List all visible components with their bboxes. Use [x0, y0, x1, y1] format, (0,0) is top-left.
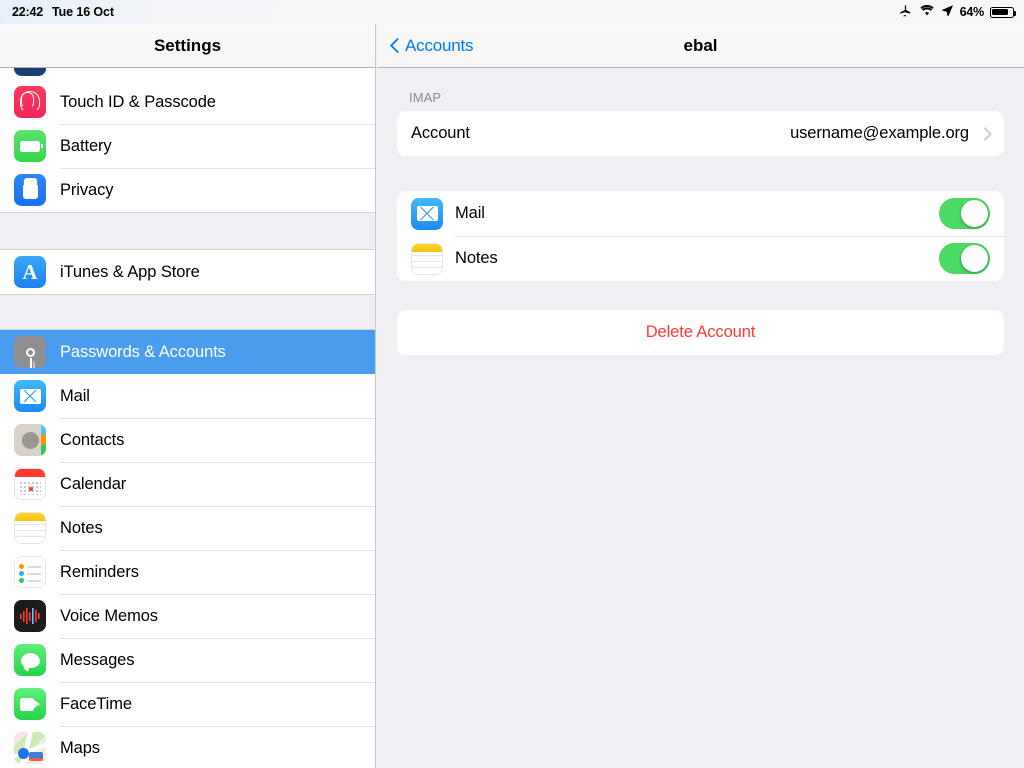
sidebar-item-privacy[interactable]: Privacy: [0, 168, 375, 212]
touchid-icon: [14, 86, 46, 118]
services-card: Mail Notes: [397, 191, 1004, 281]
messages-icon: [14, 644, 46, 676]
sidebar-item-itunes-app-store[interactable]: A iTunes & App Store: [0, 250, 375, 294]
general-icon: [14, 68, 46, 76]
sidebar-item-passwords-accounts[interactable]: Passwords & Accounts: [0, 330, 375, 374]
sidebar-item-notes[interactable]: Notes: [0, 506, 375, 550]
account-card: Account username@example.org: [397, 111, 1004, 156]
sidebar-item-contacts[interactable]: Contacts: [0, 418, 375, 462]
sidebar-item-label: iTunes & App Store: [60, 262, 200, 281]
page-title: ebal: [683, 35, 718, 55]
account-row[interactable]: Account username@example.org: [397, 111, 1004, 156]
notes-icon: [14, 512, 46, 544]
ipad-settings-screen: 22:42 Tue 16 Oct 64% Settings Touch ID &…: [0, 0, 1024, 768]
calendar-icon: [14, 468, 46, 500]
card-spacer: [397, 156, 1004, 191]
detail-content: IMAP Account username@example.org Mail N…: [377, 68, 1024, 355]
service-row-label: Mail: [455, 204, 485, 222]
card-spacer: [397, 281, 1004, 310]
sidebar-title: Settings: [0, 24, 375, 68]
notes-icon: [411, 242, 443, 275]
account-row-value: username@example.org: [790, 124, 969, 142]
sidebar-item-touch-id-passcode[interactable]: Touch ID & Passcode: [0, 80, 375, 124]
sidebar-item-label: Battery: [60, 136, 112, 155]
sidebar-item-label: Touch ID & Passcode: [60, 92, 216, 111]
sidebar-item-label: Reminders: [60, 562, 139, 581]
facetime-icon: [14, 688, 46, 720]
maps-icon: [14, 732, 46, 764]
battery-icon: [14, 130, 46, 162]
sidebar-item-label: Messages: [60, 650, 135, 669]
status-bar-time: 22:42: [12, 5, 43, 19]
sidebar-item-facetime[interactable]: FaceTime: [0, 682, 375, 726]
sidebar-item-label: Voice Memos: [60, 606, 158, 625]
delete-account-button[interactable]: Delete Account: [397, 310, 1004, 355]
detail-navigation-bar: Accounts ebal: [377, 24, 1024, 68]
sidebar-item-label: Calendar: [60, 474, 127, 493]
status-bar-right: 64%: [898, 3, 1017, 21]
notes-toggle[interactable]: [939, 243, 990, 274]
contacts-icon: [14, 424, 46, 456]
mail-icon: [14, 380, 46, 412]
chevron-right-icon: [980, 126, 990, 142]
service-row-mail[interactable]: Mail: [397, 191, 1004, 236]
account-detail-pane: Accounts ebal IMAP Account username@exam…: [377, 24, 1024, 768]
sidebar-group-separator: [0, 212, 375, 250]
sidebar-item-messages[interactable]: Messages: [0, 638, 375, 682]
sidebar-item-reminders[interactable]: Reminders: [0, 550, 375, 594]
privacy-hand-icon: [14, 174, 46, 206]
key-icon: [14, 336, 46, 368]
sidebar-item-mail[interactable]: Mail: [0, 374, 375, 418]
imap-section-header: IMAP: [409, 90, 442, 105]
sidebar-item-label: FaceTime: [60, 694, 132, 713]
reminders-icon: [14, 556, 46, 588]
sidebar-item-calendar[interactable]: Calendar: [0, 462, 375, 506]
airplane-icon: [898, 3, 913, 21]
wifi-icon: [919, 4, 935, 20]
mail-icon: [411, 197, 443, 230]
service-row-notes[interactable]: Notes: [397, 236, 1004, 281]
sidebar-item-label: Contacts: [60, 430, 125, 449]
sidebar-item-label: Passwords & Accounts: [60, 342, 226, 361]
service-row-label: Notes: [455, 249, 498, 267]
location-arrow-icon: [941, 4, 954, 20]
app-store-icon: A: [14, 256, 46, 288]
status-bar: 22:42 Tue 16 Oct 64%: [0, 0, 1024, 24]
sidebar-item-label: Mail: [60, 386, 90, 405]
settings-sidebar: Settings Touch ID & Passcode Battery Pri…: [0, 24, 376, 768]
battery-percent-label: 64%: [959, 5, 985, 19]
delete-account-label: Delete Account: [645, 323, 756, 341]
sidebar-item-label: Notes: [60, 518, 103, 537]
sidebar-group-separator: [0, 294, 375, 330]
mail-toggle[interactable]: [939, 198, 990, 229]
sidebar-item-battery[interactable]: Battery: [0, 124, 375, 168]
voice-memos-icon: [14, 600, 46, 632]
battery-icon: [990, 6, 1017, 18]
sidebar-item-maps[interactable]: Maps: [0, 726, 375, 768]
sidebar-item-clipped-above[interactable]: [0, 68, 375, 80]
account-row-label: Account: [411, 124, 470, 142]
sidebar-item-label: Maps: [60, 738, 100, 757]
sidebar-list[interactable]: Touch ID & Passcode Battery Privacy A iT…: [0, 68, 375, 768]
sidebar-item-label: Privacy: [60, 180, 114, 199]
status-bar-left: 22:42 Tue 16 Oct: [12, 5, 114, 19]
sidebar-item-voice-memos[interactable]: Voice Memos: [0, 594, 375, 638]
status-bar-date: Tue 16 Oct: [51, 5, 114, 19]
